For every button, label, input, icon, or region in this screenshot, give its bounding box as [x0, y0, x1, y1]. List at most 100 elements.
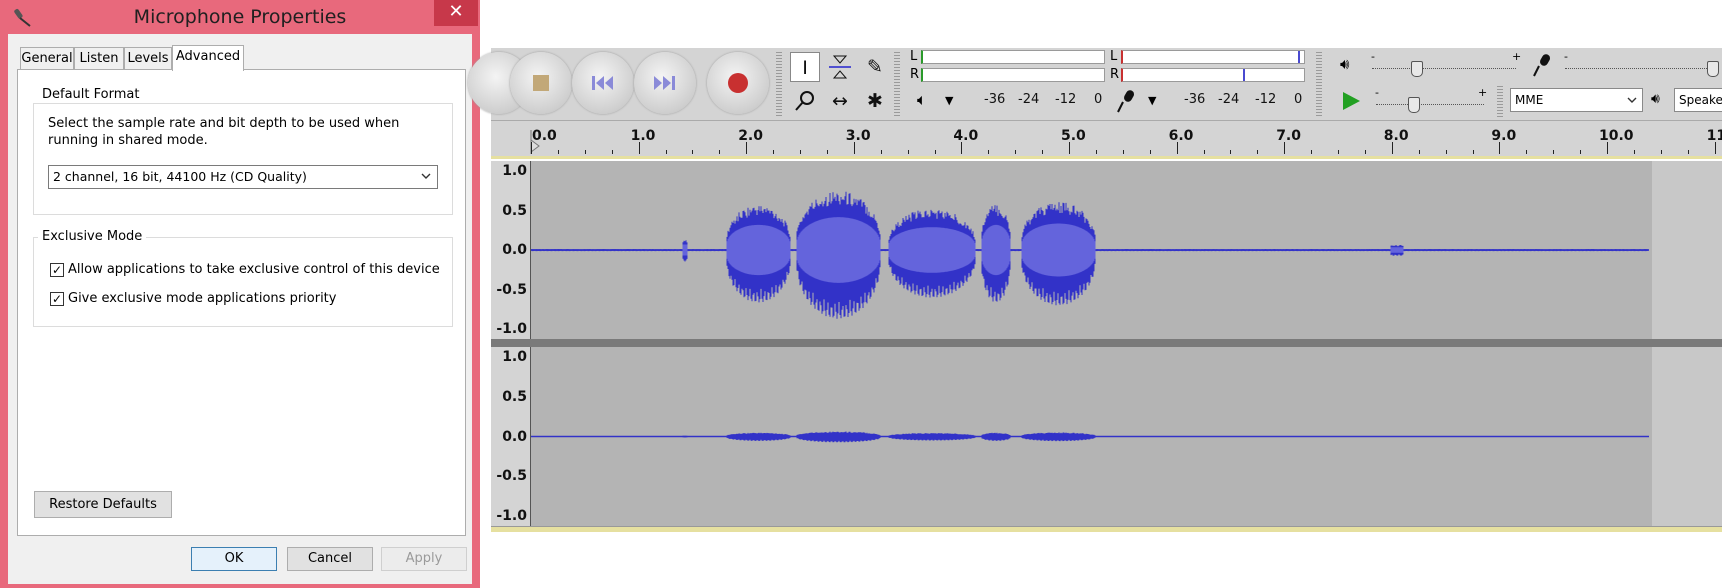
- record-meter-left[interactable]: [1121, 50, 1305, 64]
- timeline-ruler[interactable]: [491, 121, 1722, 156]
- timeline-label: 8.0: [1383, 128, 1409, 144]
- amplitude-label: 0.0: [502, 242, 527, 258]
- timeline-minor-tick: [611, 150, 613, 154]
- timeline-minor-tick: [1311, 150, 1313, 154]
- tab-advanced[interactable]: Advanced: [172, 45, 244, 71]
- playback-meter-left-label: L: [910, 49, 918, 64]
- track-2-empty-area[interactable]: [1652, 347, 1722, 526]
- output-device-select[interactable]: Speake: [1674, 88, 1722, 112]
- record-button[interactable]: [707, 52, 769, 114]
- skip-start-button[interactable]: [572, 52, 634, 114]
- timeline-minor-tick: [1149, 150, 1151, 154]
- skip-to-end-icon: [654, 76, 675, 90]
- play-speed-slider[interactable]: [1376, 97, 1484, 119]
- default-format-legend: Default Format: [38, 87, 144, 102]
- amplitude-label: -1.0: [496, 508, 527, 524]
- playback-meter-menu[interactable]: ▼: [945, 94, 953, 107]
- tab-levels[interactable]: Levels: [124, 47, 172, 70]
- format-select-value: 2 channel, 16 bit, 44100 Hz (CD Quality): [53, 169, 307, 184]
- timeline-minor-tick: [1633, 150, 1635, 154]
- output-volume-slider[interactable]: [1372, 61, 1516, 83]
- timeline-major-tick: [531, 142, 532, 154]
- default-format-description: Select the sample rate and bit depth to …: [48, 116, 400, 148]
- timeline-minor-tick: [773, 150, 775, 154]
- tab-listen[interactable]: Listen: [74, 47, 124, 70]
- record-icon: [728, 73, 748, 93]
- timeline-label: 2.0: [738, 128, 763, 144]
- toolbar-grip[interactable]: [776, 50, 782, 118]
- record-scale-tick: -12: [1255, 92, 1277, 107]
- timeline-minor-tick: [1660, 150, 1662, 154]
- timeshift-tool-button[interactable]: ↔: [825, 86, 855, 116]
- amplitude-label: 0.5: [502, 202, 527, 219]
- amplitude-label: 0.5: [502, 388, 527, 405]
- record-meter-right[interactable]: [1121, 68, 1305, 82]
- playback-meter-right[interactable]: [921, 68, 1105, 82]
- slider-thumb[interactable]: [1408, 97, 1420, 113]
- tab-general[interactable]: General: [20, 47, 74, 70]
- timeline-minor-tick: [1203, 150, 1205, 154]
- toolbar-grip[interactable]: [1316, 50, 1322, 118]
- format-select[interactable]: 2 channel, 16 bit, 44100 Hz (CD Quality): [48, 165, 438, 189]
- selection-tool-button[interactable]: I: [790, 52, 820, 82]
- timeline-minor-tick: [826, 150, 828, 154]
- ok-button[interactable]: OK: [191, 547, 277, 571]
- draw-tool-button[interactable]: ✎: [860, 52, 890, 82]
- host-select[interactable]: MME: [1510, 88, 1643, 112]
- play-at-speed-icon[interactable]: [1340, 90, 1362, 112]
- timeline-major-tick: [1391, 142, 1393, 154]
- timeline-label: 5.0: [1061, 128, 1086, 144]
- timeline-major-tick: [1284, 142, 1286, 154]
- magnifier-icon: [795, 91, 814, 111]
- slider-min-label: -: [1371, 50, 1375, 63]
- record-meter-menu[interactable]: ▼: [1148, 94, 1156, 107]
- timeline-major-tick: [1176, 142, 1178, 154]
- track-2-waveform: [531, 431, 1649, 443]
- chevron-down-icon: [1627, 97, 1637, 103]
- stop-button[interactable]: [510, 52, 572, 114]
- apply-button[interactable]: Apply: [381, 547, 467, 571]
- timeline-label: 3.0: [845, 128, 871, 144]
- timeline-minor-tick: [1687, 150, 1689, 154]
- bottom-bar: [491, 526, 1722, 532]
- timeline-minor-tick: [1015, 150, 1017, 154]
- amplitude-label: 1.0: [502, 163, 527, 179]
- record-scale-tick: -24: [1218, 92, 1240, 107]
- amplitude-label: -0.5: [496, 281, 527, 298]
- timeline-label: 7.0: [1276, 128, 1301, 144]
- timeline-minor-tick: [1526, 150, 1528, 154]
- timeline-minor-tick: [665, 150, 667, 154]
- multi-tool-button[interactable]: ✱: [860, 86, 890, 116]
- toolbar-grip[interactable]: [894, 50, 900, 118]
- timeline-minor-tick: [907, 150, 909, 154]
- toolbar-grip[interactable]: [1497, 84, 1503, 118]
- playback-scale-tick: -12: [1055, 92, 1077, 107]
- speed-slider-max-label: +: [1478, 86, 1488, 99]
- input-volume-slider[interactable]: [1565, 61, 1719, 83]
- envelope-tool-button[interactable]: [825, 52, 855, 82]
- cancel-button[interactable]: Cancel: [287, 547, 373, 571]
- restore-defaults-button[interactable]: Restore Defaults: [34, 491, 172, 518]
- timeline-major-tick: [1607, 142, 1608, 154]
- slider-thumb[interactable]: [1411, 61, 1423, 77]
- stop-icon: [533, 75, 549, 91]
- skip-to-start-icon: [592, 76, 613, 90]
- timeline-minor-tick: [719, 150, 721, 154]
- close-button[interactable]: ✕: [434, 0, 478, 26]
- record-scale-tick: -36: [1184, 92, 1206, 107]
- slider-thumb[interactable]: [1707, 61, 1719, 77]
- speaker-icon: 🔈︎: [917, 90, 927, 109]
- exclusive-priority-checkbox[interactable]: ✓: [50, 292, 64, 306]
- track-1-empty-area[interactable]: [1652, 161, 1722, 339]
- timeline-minor-tick: [1230, 150, 1232, 154]
- amplitude-label: -1.0: [496, 321, 527, 337]
- slider-max-label: +: [1512, 50, 1522, 63]
- playback-meter-left[interactable]: [921, 50, 1105, 64]
- ruler-underline: [491, 156, 1722, 159]
- exclusive-control-checkbox[interactable]: ✓: [50, 263, 64, 277]
- playback-scale-tick: -24: [1018, 92, 1040, 107]
- record-meter-right-label: R: [1110, 67, 1120, 82]
- zoom-tool-button[interactable]: [790, 86, 820, 116]
- timeline-minor-tick: [1338, 150, 1339, 154]
- skip-end-button[interactable]: [634, 52, 696, 114]
